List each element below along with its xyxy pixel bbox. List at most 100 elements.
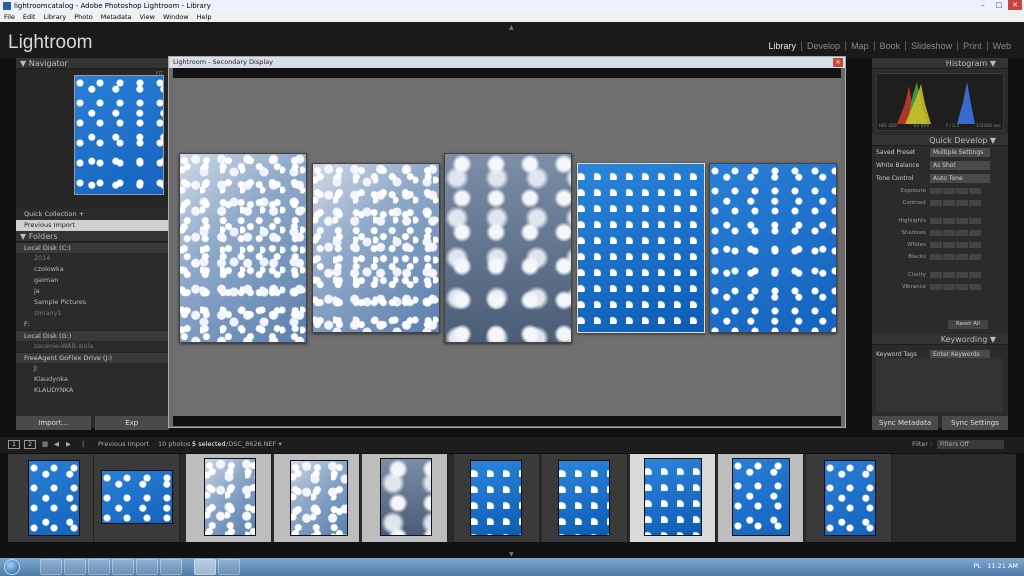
folder-2014[interactable]: 2014: [16, 253, 169, 264]
quick-develop-header[interactable]: Quick Develop ▼: [872, 135, 1008, 146]
filmstrip-cell-selected[interactable]: [274, 454, 360, 542]
reset-all-button[interactable]: Reset All: [948, 320, 988, 329]
taskbar-lightroom-icon[interactable]: [194, 559, 216, 575]
filmstrip-cell[interactable]: [454, 454, 540, 542]
menu-metadata[interactable]: Metadata: [101, 12, 132, 22]
minimize-button[interactable]: –: [976, 0, 990, 10]
sync-metadata-button[interactable]: Sync Metadata: [872, 416, 938, 430]
navigator-header[interactable]: ▼ Navigator: [16, 58, 169, 69]
filmstrip-cell-active[interactable]: [630, 454, 716, 542]
adj-clarity-steps[interactable]: [930, 272, 981, 278]
filmstrip-thumbnail[interactable]: [290, 460, 348, 536]
survey-photo[interactable]: [312, 163, 440, 333]
filter-dropdown[interactable]: Filters Off: [937, 440, 1004, 449]
adj-exposure-steps[interactable]: [930, 188, 981, 194]
taskbar-chrome-icon[interactable]: [88, 559, 110, 575]
saved-preset-dropdown[interactable]: Multiple Settings: [930, 148, 990, 157]
bottom-panel-toggle-icon[interactable]: ▼: [509, 551, 514, 558]
current-filename[interactable]: /DSC_8626.NEF ▾: [226, 440, 282, 448]
folder-klaudynka[interactable]: Klaudynka: [16, 374, 169, 385]
catalog-quick-collection[interactable]: Quick Collection +: [16, 209, 169, 220]
display-2-button[interactable]: 2: [24, 440, 36, 449]
menu-help[interactable]: Help: [197, 12, 212, 22]
catalog-previous-import[interactable]: Previous Import: [16, 220, 169, 231]
adj-shadows-steps[interactable]: [930, 230, 981, 236]
folder-ja[interactable]: ja: [16, 286, 169, 297]
filmstrip-cell[interactable]: [806, 454, 892, 542]
navigator-thumbnail[interactable]: [74, 75, 164, 195]
back-arrow-icon[interactable]: ◀: [54, 440, 59, 448]
menu-window[interactable]: Window: [163, 12, 189, 22]
folders-header[interactable]: ▼ Folders: [16, 231, 169, 242]
folder-sample-pictures[interactable]: Sample Pictures: [16, 297, 169, 308]
filmstrip-thumbnail[interactable]: [470, 460, 522, 536]
folder-j-root[interactable]: J:: [16, 363, 169, 374]
keyword-tags-field[interactable]: [876, 358, 1002, 412]
top-panel-toggle-icon[interactable]: ▲: [509, 24, 514, 31]
adj-whites-steps[interactable]: [930, 242, 981, 248]
filmstrip-thumbnail[interactable]: [644, 458, 702, 536]
filmstrip-thumbnail[interactable]: [204, 458, 256, 536]
filmstrip-thumbnail[interactable]: [732, 458, 790, 536]
survey-photo[interactable]: [179, 153, 307, 343]
module-print[interactable]: Print: [957, 41, 987, 51]
start-button[interactable]: [4, 559, 20, 575]
adj-blacks-steps[interactable]: [930, 254, 981, 260]
taskbar-app-icon[interactable]: [136, 559, 158, 575]
folder-klaudynka-upper[interactable]: KLAUDYNKA: [16, 385, 169, 396]
close-button[interactable]: ✕: [1008, 0, 1022, 10]
taskbar-firefox-icon[interactable]: [64, 559, 86, 575]
export-button[interactable]: Exp: [94, 416, 169, 430]
menu-photo[interactable]: Photo: [74, 12, 93, 22]
filmstrip-cell-selected[interactable]: [362, 454, 448, 542]
navigator-preview[interactable]: FIT: [16, 69, 169, 209]
survey-photo-active[interactable]: [577, 163, 705, 333]
white-balance-dropdown[interactable]: As Shot: [930, 161, 990, 170]
disk-j[interactable]: FreeAgent GoFlex Drive (J:): [16, 352, 169, 363]
language-indicator[interactable]: PL: [974, 562, 982, 570]
grid-icon[interactable]: ▦: [42, 440, 48, 448]
adj-contrast-steps[interactable]: [930, 200, 981, 206]
forward-arrow-icon[interactable]: ▶: [66, 440, 71, 448]
histogram-header[interactable]: Histogram ▼: [872, 58, 1008, 69]
menu-view[interactable]: View: [140, 12, 155, 22]
folder-gaiman[interactable]: gaiman: [16, 275, 169, 286]
filmstrip-cell-selected[interactable]: [186, 454, 272, 542]
menu-edit[interactable]: Edit: [23, 12, 36, 22]
filmstrip-thumbnail[interactable]: [558, 460, 610, 536]
menu-file[interactable]: File: [4, 12, 15, 22]
filmstrip-thumbnail[interactable]: [380, 458, 432, 536]
disk-f[interactable]: F:: [16, 319, 169, 330]
taskbar-window-icon[interactable]: [218, 559, 240, 575]
import-button[interactable]: Import...: [16, 416, 91, 430]
module-library[interactable]: Library: [764, 41, 802, 51]
filmstrip-cell[interactable]: [542, 454, 628, 542]
module-slideshow[interactable]: Slideshow: [905, 41, 957, 51]
auto-tone-button[interactable]: Auto Tone: [930, 174, 990, 183]
disk-c[interactable]: Local Disk (C:): [16, 242, 169, 253]
survey-photo[interactable]: [444, 153, 572, 343]
filmstrip-thumbnail[interactable]: [824, 460, 876, 536]
survey-photo[interactable]: [709, 163, 837, 333]
maximize-button[interactable]: □: [992, 0, 1006, 10]
clock[interactable]: 11:21 AM: [987, 562, 1018, 570]
filmstrip-cell-selected[interactable]: [718, 454, 804, 542]
module-develop[interactable]: Develop: [801, 41, 845, 51]
taskbar-ie-icon[interactable]: [40, 559, 62, 575]
adj-vibrance-steps[interactable]: [930, 284, 981, 290]
secondary-display-close-button[interactable]: ✕: [833, 58, 843, 67]
keywording-header[interactable]: Keywording ▼: [872, 334, 1008, 345]
filmstrip-cell[interactable]: [8, 454, 94, 542]
disk-g[interactable]: Local Disk (G:): [16, 330, 169, 341]
filmstrip-thumbnail[interactable]: [101, 470, 173, 524]
folder-zecenie[interactable]: zecenie-WAB-ziola: [16, 341, 169, 352]
folder-zmiany1[interactable]: zmiany1: [16, 308, 169, 319]
adj-highlights-steps[interactable]: [930, 218, 981, 224]
menu-library[interactable]: Library: [43, 12, 66, 22]
folder-czolowka[interactable]: czolowka: [16, 264, 169, 275]
module-web[interactable]: Web: [986, 41, 1016, 51]
display-1-button[interactable]: 1: [8, 440, 20, 449]
filmstrip-source[interactable]: Previous Import: [98, 440, 149, 448]
module-book[interactable]: Book: [873, 41, 906, 51]
filmstrip-thumbnail[interactable]: [28, 460, 80, 536]
